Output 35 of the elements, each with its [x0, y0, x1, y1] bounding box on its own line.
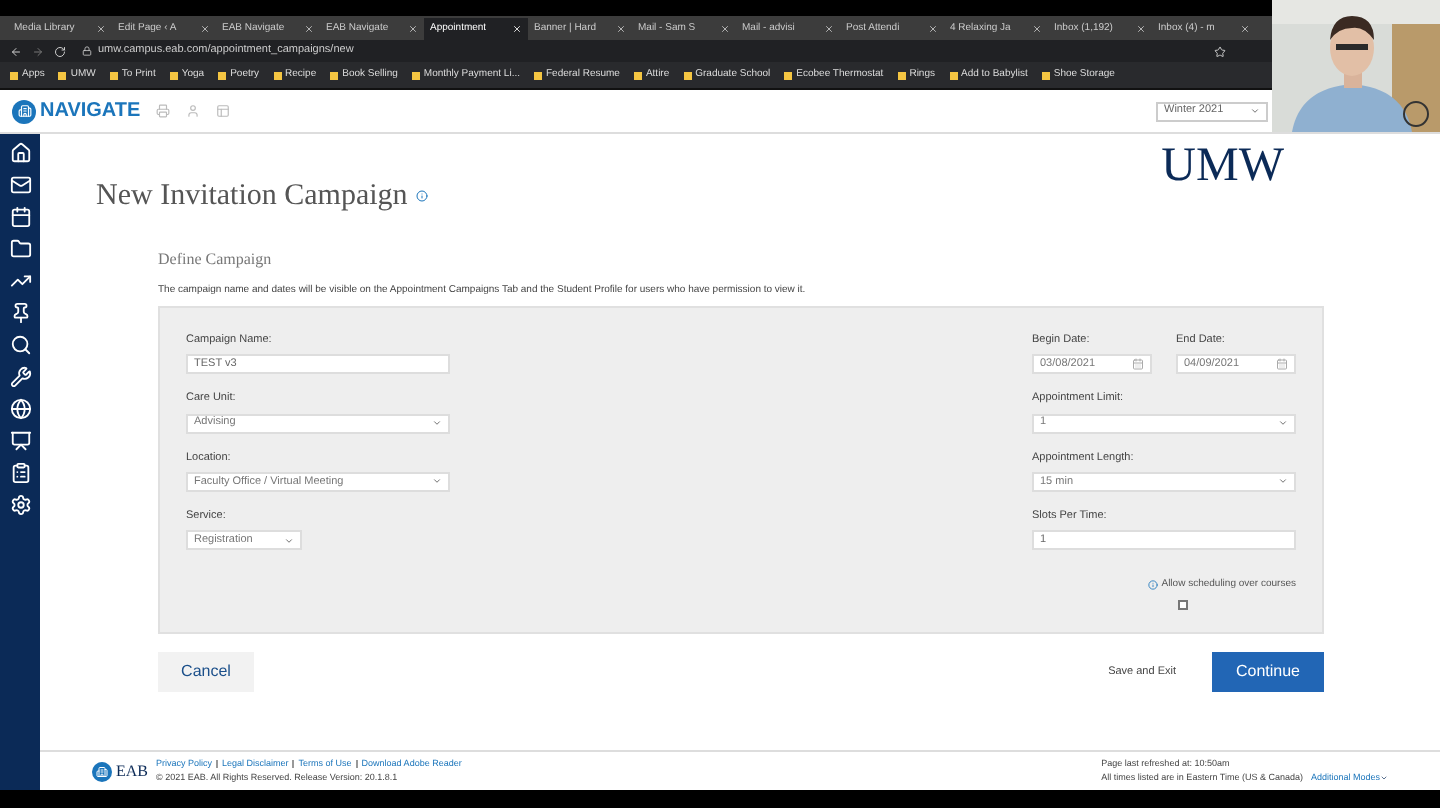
calendar-icon[interactable] [9, 206, 31, 228]
section-heading: Define Campaign [158, 247, 274, 271]
logo-icon [12, 99, 36, 123]
continue-button[interactable]: Continue [1212, 652, 1324, 692]
caret-icon [1250, 106, 1260, 116]
info-icon[interactable] [415, 190, 428, 203]
caret-icon [284, 535, 294, 545]
checkbox[interactable] [1178, 599, 1188, 609]
mail-icon[interactable] [9, 174, 31, 196]
page-title: New Invitation Campaign [96, 178, 408, 216]
pin-icon[interactable] [9, 302, 31, 324]
wrench-icon[interactable] [9, 366, 31, 388]
brand-name: NAVIGATE [40, 98, 141, 126]
brand-name: EAB [116, 759, 148, 783]
school-logo: UMW [1161, 142, 1284, 190]
clipboard-icon[interactable] [9, 462, 31, 484]
calendar-icon [1132, 358, 1144, 371]
star-icon[interactable] [1214, 45, 1226, 57]
search-icon[interactable] [9, 334, 31, 356]
caret-icon [1278, 418, 1288, 428]
cancel-button[interactable]: Cancel [158, 652, 254, 692]
calendar-icon [1276, 358, 1288, 371]
lock-icon [82, 46, 92, 56]
chart-icon[interactable] [9, 270, 31, 292]
globe-icon[interactable] [9, 398, 31, 420]
back-icon[interactable] [10, 45, 22, 57]
folder-icon[interactable] [9, 238, 31, 260]
presentation-icon[interactable] [9, 430, 31, 452]
caret-icon [432, 476, 442, 487]
home-icon[interactable] [9, 142, 31, 164]
reload-icon[interactable] [54, 45, 66, 57]
settings-icon[interactable] [9, 494, 31, 516]
caret-icon [432, 418, 442, 428]
logo-icon [92, 761, 112, 781]
caret-icon [1278, 476, 1288, 487]
